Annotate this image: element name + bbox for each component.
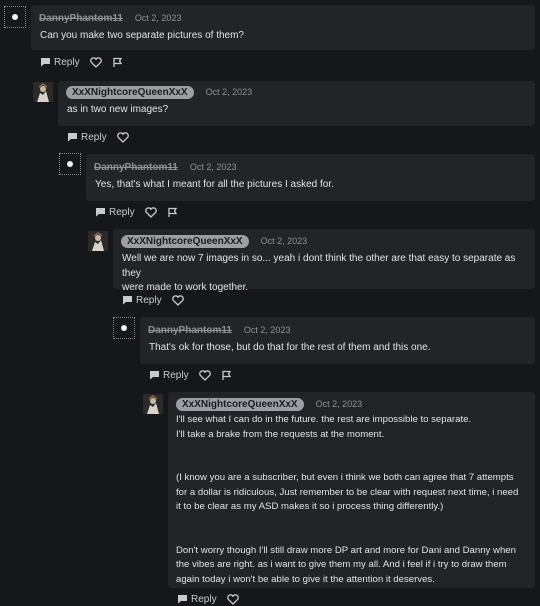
comment-body: Can you make two separate pictures of th… xyxy=(40,30,244,41)
comment-date: Oct 2, 2023 xyxy=(315,399,363,409)
user-avatar[interactable] xyxy=(4,6,26,28)
heart-icon[interactable] xyxy=(116,131,129,143)
comment-card: DannyPhantom11 Oct 2, 2023 Can you make … xyxy=(31,5,535,50)
comment-username[interactable]: DannyPhantom11 xyxy=(94,162,178,173)
comment-actions: Reply xyxy=(177,592,239,606)
heart-icon[interactable] xyxy=(89,56,102,68)
comment-username[interactable]: DannyPhantom11 xyxy=(148,325,232,336)
speech-bubble-icon xyxy=(150,371,159,380)
comment-card: DannyPhantom11 Oct 2, 2023 Yes, that's w… xyxy=(86,154,535,201)
comment-actions: Reply xyxy=(149,368,233,382)
comment-body: I'll see what I can do in the future. th… xyxy=(176,414,519,585)
comment-card: XxXNightcoreQueenXxX Oct 2, 2023 as in t… xyxy=(58,81,535,126)
comment-actions: Reply xyxy=(122,293,184,307)
reply-button[interactable]: Reply xyxy=(95,207,135,218)
reply-button[interactable]: Reply xyxy=(177,594,217,605)
flag-icon[interactable] xyxy=(167,207,179,218)
comment-date: Oct 2, 2023 xyxy=(189,162,237,172)
user-avatar[interactable] xyxy=(143,394,163,414)
user-avatar[interactable] xyxy=(113,317,135,339)
comment-body: Yes, that's what I meant for all the pic… xyxy=(95,179,334,190)
comment-card: XxXNightcoreQueenXxX Oct 2, 2023 I'll se… xyxy=(168,392,535,588)
comment-date: Oct 2, 2023 xyxy=(260,236,308,246)
reply-button[interactable]: Reply xyxy=(149,370,189,381)
reply-button[interactable]: Reply xyxy=(122,295,162,306)
user-avatar[interactable] xyxy=(33,82,53,102)
reply-button[interactable]: Reply xyxy=(67,132,107,143)
speech-bubble-icon xyxy=(41,58,50,67)
speech-bubble-icon xyxy=(68,133,77,142)
comment-username[interactable]: XxXNightcoreQueenXxX xyxy=(176,397,304,411)
comment-date: Oct 2, 2023 xyxy=(134,13,182,23)
user-avatar[interactable] xyxy=(88,231,108,251)
heart-icon[interactable] xyxy=(226,593,239,605)
heart-icon[interactable] xyxy=(171,294,184,306)
comment-username[interactable]: DannyPhantom11 xyxy=(39,13,123,24)
comment-username[interactable]: XxXNightcoreQueenXxX xyxy=(66,85,194,99)
comment-actions: Reply xyxy=(95,205,179,219)
comment-username[interactable]: XxXNightcoreQueenXxX xyxy=(121,234,249,248)
comment-actions: Reply xyxy=(67,130,129,144)
comment-date: Oct 2, 2023 xyxy=(205,87,253,97)
flag-icon[interactable] xyxy=(221,370,233,381)
heart-icon[interactable] xyxy=(198,369,211,381)
reply-button[interactable]: Reply xyxy=(40,57,80,68)
speech-bubble-icon xyxy=(178,595,187,604)
comment-body: as in two new images? xyxy=(67,104,169,115)
comment-actions: Reply xyxy=(40,55,124,69)
flag-icon[interactable] xyxy=(112,57,124,68)
speech-bubble-icon xyxy=(123,296,132,305)
comment-card: XxXNightcoreQueenXxX Oct 2, 2023 Well we… xyxy=(113,229,535,293)
user-avatar[interactable] xyxy=(59,153,81,175)
comment-body: Well we are now 7 images in so... yeah i… xyxy=(122,253,516,293)
comment-date: Oct 2, 2023 xyxy=(243,325,291,335)
comment-card: DannyPhantom11 Oct 2, 2023 That's ok for… xyxy=(140,317,535,364)
speech-bubble-icon xyxy=(96,208,105,217)
comment-body: That's ok for those, but do that for the… xyxy=(149,342,431,353)
heart-icon[interactable] xyxy=(144,206,157,218)
